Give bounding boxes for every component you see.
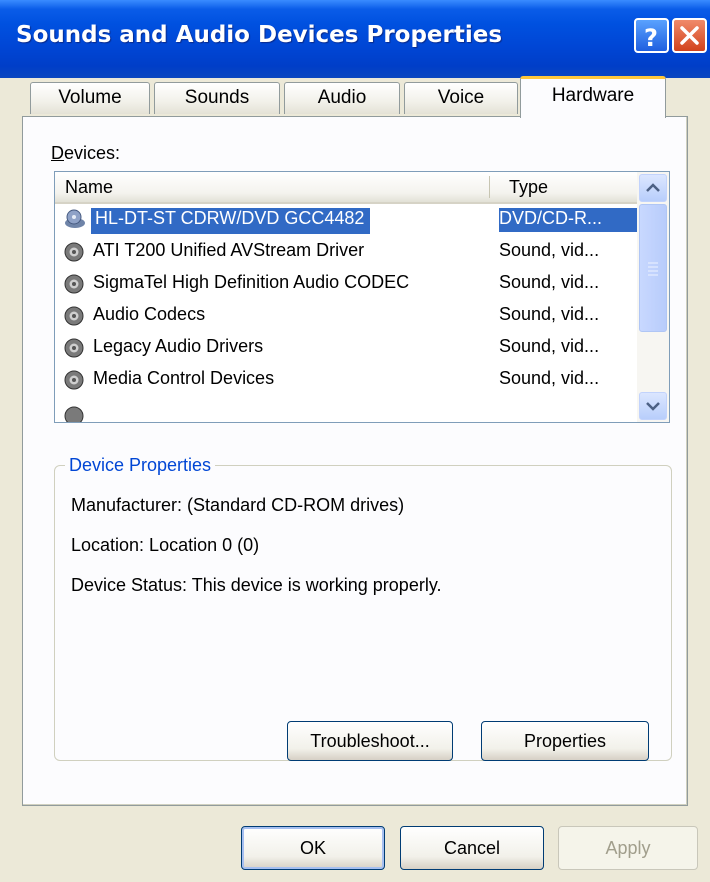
cancel-button[interactable]: Cancel (400, 826, 544, 870)
scroll-up-button[interactable] (639, 174, 667, 202)
troubleshoot-label: Troubleshoot... (310, 730, 430, 751)
tab-voice[interactable]: Voice (404, 82, 518, 114)
device-type: Sound, vid... (499, 336, 600, 356)
svg-text:?: ? (644, 24, 658, 51)
device-type: Sound, vid... (499, 272, 600, 292)
tab-volume[interactable]: Volume (30, 82, 150, 114)
device-type: Sound, vid... (499, 304, 600, 324)
device-name: Audio Codecs (93, 304, 206, 324)
tab-audio[interactable]: Audio (284, 82, 400, 114)
column-header-type[interactable]: Type (509, 177, 548, 198)
device-status-text: Device Status: This device is working pr… (71, 575, 442, 595)
properties-button[interactable]: Properties (481, 721, 649, 761)
troubleshoot-button[interactable]: Troubleshoot... (287, 721, 453, 761)
device-type: Sound, vid... (499, 240, 600, 260)
vertical-scrollbar[interactable] (637, 172, 669, 422)
speaker-icon (64, 338, 84, 358)
tab-hardware[interactable]: Hardware (520, 76, 666, 118)
chevron-down-icon (646, 402, 660, 411)
properties-label: Properties (523, 730, 607, 751)
devices-list[interactable]: Name Type HL-DT-ST CDRW/DVD GCC4482 DVD/… (54, 171, 670, 423)
hardware-tab-panel: Devices: Name Type HL-DT-ST CDRW/DVD GCC… (22, 116, 688, 806)
device-properties-title: Device Properties (65, 455, 216, 476)
speaker-icon (64, 274, 84, 294)
title-bar[interactable]: Sounds and Audio Devices Properties ? (0, 0, 710, 78)
speaker-icon (64, 242, 84, 262)
list-item[interactable]: SigmaTel High Definition Audio CODEC Sou… (61, 268, 639, 299)
column-header-name[interactable]: Name (65, 177, 113, 198)
list-item[interactable]: ATI T200 Unified AVStream Driver Sound, … (61, 236, 639, 267)
help-button[interactable]: ? (634, 18, 669, 53)
list-header: Name Type (55, 172, 637, 204)
list-item[interactable]: HL-DT-ST CDRW/DVD GCC4482 DVD/CD-R... (61, 204, 639, 235)
close-icon (680, 26, 699, 45)
grip-icon (648, 262, 658, 276)
column-separator[interactable] (489, 176, 490, 198)
manufacturer-text: Manufacturer: (Standard CD-ROM drives) (71, 495, 405, 515)
speaker-icon (64, 406, 84, 422)
devices-label: Devices: (51, 143, 121, 163)
cancel-label: Cancel (443, 837, 501, 858)
list-item[interactable]: Audio Codecs Sound, vid... (61, 300, 639, 331)
apply-button[interactable]: Apply (558, 826, 698, 870)
device-name: SigmaTel High Definition Audio CODEC (93, 272, 410, 292)
speaker-icon (64, 370, 84, 390)
tab-sounds[interactable]: Sounds (154, 82, 280, 114)
help-icon: ? (644, 24, 658, 51)
speaker-icon (64, 306, 84, 326)
cd-drive-icon (65, 209, 85, 228)
ok-label: OK (299, 837, 326, 858)
device-name: ATI T200 Unified AVStream Driver (93, 240, 365, 260)
list-item[interactable]: Media Control Devices Sound, vid... (61, 364, 639, 395)
chevron-up-icon (646, 183, 660, 192)
device-name: Legacy Audio Drivers (93, 336, 264, 356)
close-button[interactable] (672, 18, 707, 53)
list-item[interactable]: Legacy Audio Drivers Sound, vid... (61, 332, 639, 363)
ok-button[interactable]: OK (241, 826, 385, 870)
device-name: Media Control Devices (93, 368, 275, 388)
location-text: Location: Location 0 (0) (71, 535, 260, 555)
scroll-thumb[interactable] (639, 204, 667, 332)
window-title: Sounds and Audio Devices Properties (16, 22, 503, 48)
device-type: DVD/CD-R... (499, 208, 602, 228)
apply-label: Apply (605, 837, 651, 858)
device-name: HL-DT-ST CDRW/DVD GCC4482 (91, 208, 371, 234)
scroll-down-button[interactable] (639, 392, 667, 420)
device-type: Sound, vid... (499, 368, 600, 388)
